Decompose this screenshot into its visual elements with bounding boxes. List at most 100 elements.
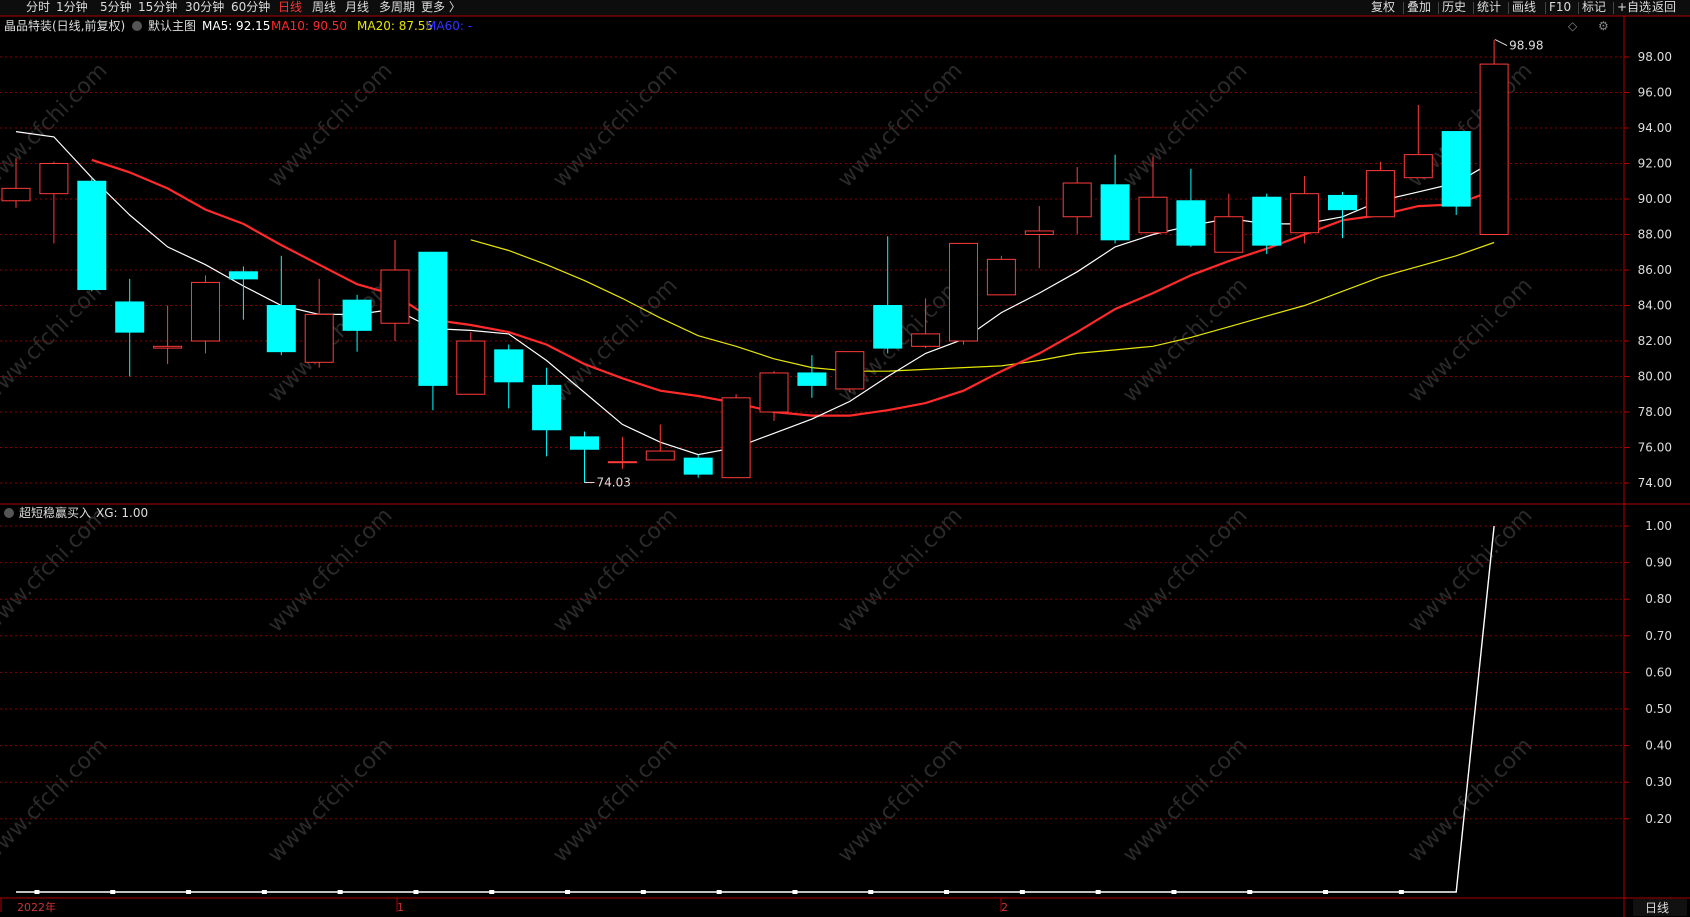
price-tick-label: 74.00 — [1638, 476, 1672, 490]
price-tick-label: 94.00 — [1638, 121, 1672, 135]
xg-point — [489, 890, 495, 894]
candle-body-down — [418, 251, 448, 386]
stock-chart: www.cfchi.com www.cfchi.com www.cfchi.com w… — [0, 15, 1690, 917]
indicator-title: 超短稳赢买入 — [19, 505, 91, 520]
candle-body-down — [570, 436, 599, 450]
watermark-text: www.cfchi.com — [548, 273, 682, 407]
candle — [570, 431, 599, 483]
price-tick-label: 88.00 — [1638, 228, 1672, 242]
candle-body-up — [191, 281, 220, 342]
indicator-tick-label: 0.80 — [1645, 592, 1672, 606]
diamond-icon[interactable]: ◇ — [1568, 19, 1578, 33]
watermark-text: www.cfchi.com — [263, 733, 397, 867]
candle-body-down — [797, 372, 827, 386]
template-icon[interactable] — [132, 21, 142, 31]
xg-point — [110, 890, 116, 894]
candle — [721, 394, 751, 479]
price-tick-label: 78.00 — [1638, 405, 1672, 419]
price-tick-label: 86.00 — [1638, 263, 1672, 277]
candle-body-up — [949, 242, 978, 342]
candle — [797, 355, 827, 398]
stock-title: 晶品特装(日线,前复权) — [4, 18, 125, 33]
xg-point — [1095, 890, 1101, 894]
candle — [380, 239, 410, 341]
candle-body-down — [494, 349, 524, 383]
candle-body-down — [266, 305, 296, 353]
xg-point — [186, 890, 192, 894]
indicator-tick-label: 0.90 — [1645, 556, 1672, 570]
candle — [494, 344, 524, 409]
candle-body-down — [1441, 131, 1471, 207]
watermark-text: www.cfchi.com — [548, 58, 682, 192]
price-tick-label: 98.00 — [1638, 50, 1672, 64]
candle-body-down — [683, 457, 713, 475]
candle-body-up — [645, 450, 675, 461]
indicator-plot — [16, 525, 1495, 894]
candle — [418, 251, 448, 411]
candle — [39, 161, 69, 244]
candle — [1062, 167, 1092, 235]
price-tick-label: 76.00 — [1638, 441, 1672, 455]
candle-body-up — [456, 340, 486, 395]
candle — [1441, 131, 1471, 215]
candle — [1403, 104, 1433, 179]
indicator-tick-label: 0.50 — [1645, 702, 1672, 716]
price-tick-label: 96.00 — [1638, 86, 1672, 100]
xg-point — [1323, 890, 1329, 894]
candle — [1252, 193, 1282, 255]
candle-body-down — [873, 305, 903, 349]
watermark-text: www.cfchi.com — [1403, 273, 1537, 407]
template-name[interactable]: 默认主图 — [148, 18, 196, 33]
watermark-text: www.cfchi.com — [1118, 58, 1252, 192]
low-label: 74.03 — [597, 475, 631, 489]
candle-body-down — [1100, 184, 1130, 241]
ma-lines — [15, 131, 1495, 456]
indicator-menu-icon[interactable] — [4, 508, 14, 518]
price-tick-label: 90.00 — [1638, 192, 1672, 206]
candle — [1214, 193, 1244, 253]
high-label: 98.98 — [1509, 39, 1543, 53]
candle-body-up — [911, 333, 941, 347]
candle-body-up — [1403, 154, 1433, 179]
price-tick-label: 84.00 — [1638, 299, 1672, 313]
candle-body-up — [607, 461, 637, 464]
candle — [77, 177, 107, 292]
candle-body-up — [1290, 193, 1320, 234]
high-pointer — [1494, 39, 1508, 47]
candle-body-up — [721, 397, 751, 479]
watermark-text: www.cfchi.com — [1403, 503, 1537, 637]
settings-icon[interactable]: ⚙ — [1598, 19, 1609, 33]
candle-body-up — [39, 163, 69, 195]
candle-body-up — [1365, 170, 1395, 218]
xg-point — [640, 890, 646, 894]
xg-point — [34, 890, 40, 894]
candle-body-up — [1479, 63, 1509, 235]
indicator-tick-label: 0.60 — [1645, 665, 1672, 679]
xg-point — [1247, 890, 1253, 894]
indicator-tick-label: 0.30 — [1645, 775, 1672, 789]
price-tick-label: 82.00 — [1638, 334, 1672, 348]
candle-body-down — [77, 180, 107, 291]
watermark-text: www.cfchi.com — [0, 273, 113, 407]
watermark-text: www.cfchi.com — [263, 58, 397, 192]
x-axis-label: 1 — [397, 901, 404, 914]
xg-point — [944, 890, 950, 894]
candlesticks — [1, 39, 1509, 483]
candle — [607, 436, 637, 469]
period-label[interactable]: 日线 — [1645, 901, 1669, 915]
ma5-line — [15, 131, 1495, 456]
xg-point — [413, 890, 419, 894]
candle-body-up — [759, 372, 789, 413]
candle-body-up — [153, 345, 183, 349]
candle-body-up — [1214, 216, 1244, 253]
candle — [115, 278, 145, 377]
x-axis-label: 2 — [1001, 901, 1008, 914]
indicator-tick-label: 0.70 — [1645, 629, 1672, 643]
candle — [986, 255, 1016, 296]
ma-label-0: MA5: 92.15 — [202, 19, 270, 33]
candle — [645, 424, 675, 461]
indicator-tick-label: 0.20 — [1645, 812, 1672, 826]
candle — [266, 255, 296, 356]
watermark-layer: www.cfchi.com www.cfchi.com www.cfchi.com w… — [0, 58, 1538, 867]
candle-body-up — [1062, 182, 1092, 218]
